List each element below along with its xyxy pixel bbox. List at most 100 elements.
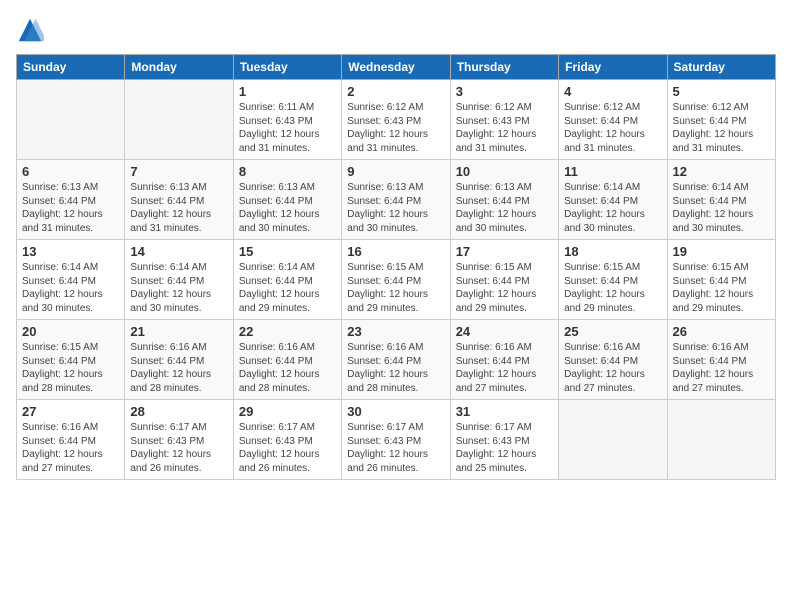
day-cell: 30 Sunrise: 6:17 AM Sunset: 6:43 PM Dayli… bbox=[342, 400, 450, 480]
day-cell: 24Sunrise: 6:16 AM Sunset: 6:44 PM Dayli… bbox=[450, 320, 558, 400]
day-number: 24 bbox=[456, 324, 553, 339]
day-cell: 25Sunrise: 6:16 AM Sunset: 6:44 PM Dayli… bbox=[559, 320, 667, 400]
week-row-3: 13 Sunrise: 6:14 AM Sunset: 6:44 PM Dayli… bbox=[17, 240, 776, 320]
day-cell bbox=[667, 400, 775, 480]
day-info: Sunrise: 6:13 AM Sunset: 6:44 PM Dayligh… bbox=[130, 181, 227, 235]
weekday-header-row: SundayMondayTuesdayWednesdayThursdayFrid… bbox=[17, 55, 776, 80]
weekday-header-friday: Friday bbox=[559, 55, 667, 80]
day-info: Sunrise: 6:17 AM Sunset: 6:43 PM Dayligh… bbox=[347, 421, 444, 475]
day-cell bbox=[125, 80, 233, 160]
day-number: 18 bbox=[564, 244, 661, 259]
day-cell: 8 Sunrise: 6:13 AM Sunset: 6:44 PM Daylig… bbox=[233, 160, 341, 240]
day-info: Sunrise: 6:16 AM Sunset: 6:44 PM Dayligh… bbox=[130, 341, 227, 395]
day-info: Sunrise: 6:14 AM Sunset: 6:44 PM Dayligh… bbox=[22, 261, 119, 315]
day-info: Sunrise: 6:17 AM Sunset: 6:43 PM Dayligh… bbox=[239, 421, 336, 475]
day-cell bbox=[559, 400, 667, 480]
day-cell: 6 Sunrise: 6:13 AM Sunset: 6:44 PM Daylig… bbox=[17, 160, 125, 240]
day-cell: 18 Sunrise: 6:15 AM Sunset: 6:44 PM Dayli… bbox=[559, 240, 667, 320]
day-info: Sunrise: 6:15 AM Sunset: 6:44 PM Dayligh… bbox=[564, 261, 661, 315]
day-info: Sunrise: 6:13 AM Sunset: 6:44 PM Dayligh… bbox=[456, 181, 553, 235]
day-info: Sunrise: 6:12 AM Sunset: 6:43 PM Dayligh… bbox=[456, 101, 553, 155]
day-cell: 12 Sunrise: 6:14 AM Sunset: 6:44 PM Dayli… bbox=[667, 160, 775, 240]
day-cell: 29 Sunrise: 6:17 AM Sunset: 6:43 PM Dayli… bbox=[233, 400, 341, 480]
day-cell: 4 Sunrise: 6:12 AM Sunset: 6:44 PM Daylig… bbox=[559, 80, 667, 160]
day-info: Sunrise: 6:14 AM Sunset: 6:44 PM Dayligh… bbox=[239, 261, 336, 315]
page-header bbox=[16, 16, 776, 44]
day-number: 22 bbox=[239, 324, 336, 339]
day-number: 30 bbox=[347, 404, 444, 419]
day-number: 4 bbox=[564, 84, 661, 99]
day-cell: 14 Sunrise: 6:14 AM Sunset: 6:44 PM Dayli… bbox=[125, 240, 233, 320]
day-cell: 31 Sunrise: 6:17 AM Sunset: 6:43 PM Dayli… bbox=[450, 400, 558, 480]
day-cell: 23 Sunrise: 6:16 AM Sunset: 6:44 PM Dayli… bbox=[342, 320, 450, 400]
day-info: Sunrise: 6:17 AM Sunset: 6:43 PM Dayligh… bbox=[130, 421, 227, 475]
day-number: 15 bbox=[239, 244, 336, 259]
day-cell: 19 Sunrise: 6:15 AM Sunset: 6:44 PM Dayli… bbox=[667, 240, 775, 320]
day-cell: 11 Sunrise: 6:14 AM Sunset: 6:44 PM Dayli… bbox=[559, 160, 667, 240]
day-number: 16 bbox=[347, 244, 444, 259]
day-info: Sunrise: 6:17 AM Sunset: 6:43 PM Dayligh… bbox=[456, 421, 553, 475]
day-info: Sunrise: 6:13 AM Sunset: 6:44 PM Dayligh… bbox=[347, 181, 444, 235]
weekday-header-thursday: Thursday bbox=[450, 55, 558, 80]
day-number: 19 bbox=[673, 244, 770, 259]
day-cell: 7 Sunrise: 6:13 AM Sunset: 6:44 PM Daylig… bbox=[125, 160, 233, 240]
day-cell: 9Sunrise: 6:13 AM Sunset: 6:44 PM Daylig… bbox=[342, 160, 450, 240]
day-info: Sunrise: 6:12 AM Sunset: 6:44 PM Dayligh… bbox=[673, 101, 770, 155]
day-cell bbox=[17, 80, 125, 160]
day-number: 21 bbox=[130, 324, 227, 339]
day-info: Sunrise: 6:15 AM Sunset: 6:44 PM Dayligh… bbox=[22, 341, 119, 395]
logo bbox=[16, 16, 48, 44]
day-cell: 3 Sunrise: 6:12 AM Sunset: 6:43 PM Daylig… bbox=[450, 80, 558, 160]
day-cell: 26Sunrise: 6:16 AM Sunset: 6:44 PM Dayli… bbox=[667, 320, 775, 400]
day-cell: 28 Sunrise: 6:17 AM Sunset: 6:43 PM Dayli… bbox=[125, 400, 233, 480]
day-cell: 17Sunrise: 6:15 AM Sunset: 6:44 PM Dayli… bbox=[450, 240, 558, 320]
weekday-header-tuesday: Tuesday bbox=[233, 55, 341, 80]
day-info: Sunrise: 6:15 AM Sunset: 6:44 PM Dayligh… bbox=[347, 261, 444, 315]
day-number: 5 bbox=[673, 84, 770, 99]
day-info: Sunrise: 6:16 AM Sunset: 6:44 PM Dayligh… bbox=[22, 421, 119, 475]
day-number: 1 bbox=[239, 84, 336, 99]
day-number: 2 bbox=[347, 84, 444, 99]
day-number: 27 bbox=[22, 404, 119, 419]
day-number: 13 bbox=[22, 244, 119, 259]
week-row-4: 20Sunrise: 6:15 AM Sunset: 6:44 PM Dayli… bbox=[17, 320, 776, 400]
day-info: Sunrise: 6:15 AM Sunset: 6:44 PM Dayligh… bbox=[673, 261, 770, 315]
day-number: 7 bbox=[130, 164, 227, 179]
day-cell: 16 Sunrise: 6:15 AM Sunset: 6:44 PM Dayli… bbox=[342, 240, 450, 320]
day-number: 12 bbox=[673, 164, 770, 179]
logo-icon bbox=[16, 16, 44, 44]
day-number: 10 bbox=[456, 164, 553, 179]
day-cell: 5 Sunrise: 6:12 AM Sunset: 6:44 PM Daylig… bbox=[667, 80, 775, 160]
day-info: Sunrise: 6:15 AM Sunset: 6:44 PM Dayligh… bbox=[456, 261, 553, 315]
day-number: 29 bbox=[239, 404, 336, 419]
day-number: 23 bbox=[347, 324, 444, 339]
day-cell: 22Sunrise: 6:16 AM Sunset: 6:44 PM Dayli… bbox=[233, 320, 341, 400]
weekday-header-sunday: Sunday bbox=[17, 55, 125, 80]
day-info: Sunrise: 6:14 AM Sunset: 6:44 PM Dayligh… bbox=[673, 181, 770, 235]
day-number: 31 bbox=[456, 404, 553, 419]
day-cell: 15 Sunrise: 6:14 AM Sunset: 6:44 PM Dayli… bbox=[233, 240, 341, 320]
day-info: Sunrise: 6:11 AM Sunset: 6:43 PM Dayligh… bbox=[239, 101, 336, 155]
day-info: Sunrise: 6:16 AM Sunset: 6:44 PM Dayligh… bbox=[564, 341, 661, 395]
day-number: 28 bbox=[130, 404, 227, 419]
day-cell: 1 Sunrise: 6:11 AM Sunset: 6:43 PM Daylig… bbox=[233, 80, 341, 160]
day-info: Sunrise: 6:14 AM Sunset: 6:44 PM Dayligh… bbox=[130, 261, 227, 315]
day-info: Sunrise: 6:12 AM Sunset: 6:44 PM Dayligh… bbox=[564, 101, 661, 155]
weekday-header-saturday: Saturday bbox=[667, 55, 775, 80]
day-number: 6 bbox=[22, 164, 119, 179]
day-info: Sunrise: 6:14 AM Sunset: 6:44 PM Dayligh… bbox=[564, 181, 661, 235]
day-info: Sunrise: 6:16 AM Sunset: 6:44 PM Dayligh… bbox=[347, 341, 444, 395]
day-info: Sunrise: 6:13 AM Sunset: 6:44 PM Dayligh… bbox=[22, 181, 119, 235]
day-cell: 10 Sunrise: 6:13 AM Sunset: 6:44 PM Dayli… bbox=[450, 160, 558, 240]
week-row-2: 6 Sunrise: 6:13 AM Sunset: 6:44 PM Daylig… bbox=[17, 160, 776, 240]
day-number: 8 bbox=[239, 164, 336, 179]
weekday-header-wednesday: Wednesday bbox=[342, 55, 450, 80]
day-number: 14 bbox=[130, 244, 227, 259]
week-row-5: 27 Sunrise: 6:16 AM Sunset: 6:44 PM Dayli… bbox=[17, 400, 776, 480]
calendar: SundayMondayTuesdayWednesdayThursdayFrid… bbox=[16, 54, 776, 480]
day-number: 11 bbox=[564, 164, 661, 179]
day-info: Sunrise: 6:13 AM Sunset: 6:44 PM Dayligh… bbox=[239, 181, 336, 235]
day-number: 3 bbox=[456, 84, 553, 99]
day-number: 26 bbox=[673, 324, 770, 339]
day-cell: 2Sunrise: 6:12 AM Sunset: 6:43 PM Daylig… bbox=[342, 80, 450, 160]
